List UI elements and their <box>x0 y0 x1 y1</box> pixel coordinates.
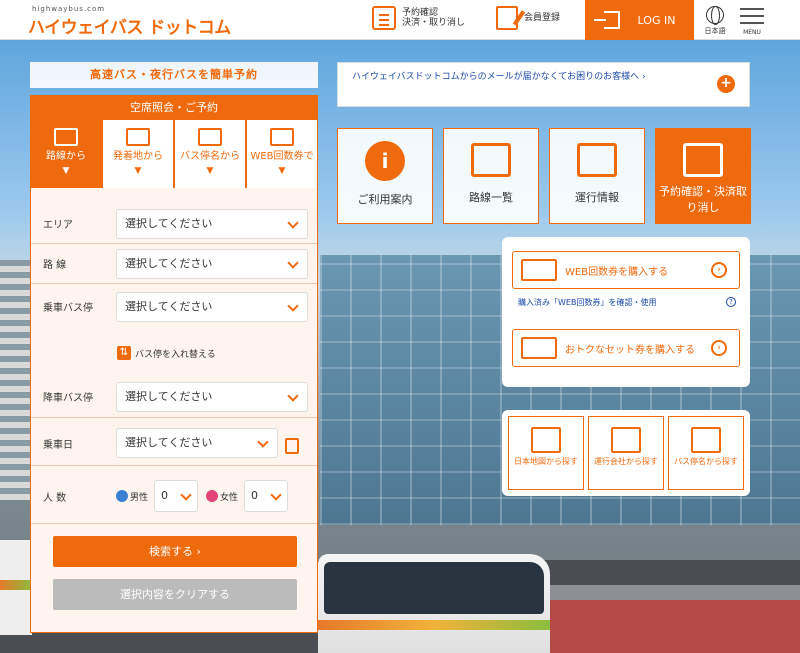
calendar-icon[interactable] <box>285 438 299 454</box>
boarding-stop-select[interactable]: 選択してください <box>116 291 308 322</box>
female-icon <box>206 490 219 502</box>
ticket-icon <box>270 128 294 146</box>
swap-icon: ⇅ <box>117 346 131 360</box>
tab-origin[interactable]: 発着地から ▼ <box>103 120 173 188</box>
bus-image <box>0 540 32 635</box>
find-by-operator-tile[interactable]: 運行会社から探す <box>588 416 664 490</box>
female-count-select[interactable]: 0 <box>244 480 289 512</box>
globe-icon <box>706 6 724 25</box>
board-row: 乗車バス停 選択してください <box>31 284 317 329</box>
search-panel: 空席照会・ご予約 路線から ▼ 発着地から ▼ バス停名から ▼ WEB回数券で ▼ エ… <box>30 95 318 633</box>
web-ticket-box: WEB回数券を購入する › 購入済み「WEB回数券」を確認・使用 ? おトクなセ… <box>502 237 750 387</box>
alight-row: 降車バス停 選択してください <box>31 376 317 418</box>
tab-busstop[interactable]: バス停名から ▼ <box>175 120 245 188</box>
building-icon <box>611 427 641 453</box>
route-row: 路 線 選択してください <box>31 244 317 284</box>
bus-image <box>318 554 550 653</box>
male-count-select[interactable]: 0 <box>154 480 199 512</box>
swap-stops-button[interactable]: ⇅ バス停を入れ替える <box>117 346 216 360</box>
buy-web-ticket-button[interactable]: WEB回数券を購入する › <box>512 251 740 289</box>
tagline: 高速バス・夜行バスを簡単予約 <box>30 62 318 88</box>
buy-set-ticket-button[interactable]: おトクなセット券を購入する › <box>512 329 740 367</box>
header: highwaybus.com ハイウェイバス ドットコム 予約確認 決済・取り消し… <box>0 0 800 40</box>
bus-stop-icon <box>198 128 222 146</box>
reservation-tile[interactable]: 予約確認・決済取り消し <box>655 128 751 224</box>
list-icon <box>683 143 723 177</box>
search-tabs: 路線から ▼ 発着地から ▼ バス停名から ▼ WEB回数券で ▼ <box>31 120 317 188</box>
language-button[interactable]: 日本語 <box>704 6 726 36</box>
tab-web-ticket[interactable]: WEB回数券で ▼ <box>247 120 317 188</box>
area-select[interactable]: 選択してください <box>116 208 308 239</box>
date-select[interactable]: 選択してください <box>116 428 278 458</box>
bus-icon <box>126 128 150 146</box>
plus-icon[interactable]: + <box>717 75 735 93</box>
login-button[interactable]: LOG IN <box>585 0 694 40</box>
member-register-link[interactable]: 会員登録 <box>496 6 560 30</box>
help-icon[interactable]: ? <box>726 297 736 307</box>
area-row: エリア 選択してください <box>31 204 317 244</box>
map-icon <box>471 143 511 177</box>
people-row: 人 数 男性 0 女性 0 <box>31 469 317 524</box>
male-icon <box>116 490 128 502</box>
set-ticket-icon <box>521 337 557 359</box>
pencil-icon <box>496 6 518 30</box>
arrow-right-icon: › <box>711 262 727 278</box>
date-row: 乗車日 選択してください <box>31 421 317 466</box>
clear-button[interactable]: 選択内容をクリアする <box>53 579 297 610</box>
door-icon <box>593 11 620 29</box>
panel-title: 空席照会・ご予約 <box>31 96 317 120</box>
bus-stop-icon <box>691 427 721 453</box>
map-icon <box>54 128 78 146</box>
web-ticket-confirm-link[interactable]: 購入済み「WEB回数券」を確認・使用 <box>518 297 656 308</box>
list-icon <box>372 6 396 30</box>
mail-notice-link[interactable]: ハイウェイバスドットコムからのメールが届かなくてお困りのお客様へ › + <box>337 62 750 107</box>
menu-button[interactable]: MENU <box>740 8 764 36</box>
service-info-tile[interactable]: 運行情報 <box>549 128 645 224</box>
arrow-right-icon: › <box>711 340 727 356</box>
guide-tile[interactable]: i ご利用案内 <box>337 128 433 224</box>
info-icon: i <box>365 141 405 181</box>
reservation-check-link[interactable]: 予約確認 決済・取り消し <box>372 6 465 30</box>
find-by-map-tile[interactable]: 日本地図から探す <box>508 416 584 490</box>
hamburger-icon <box>740 8 764 10</box>
map-icon <box>531 427 561 453</box>
logo-subtitle: highwaybus.com <box>32 5 106 13</box>
alighting-stop-select[interactable]: 選択してください <box>116 381 308 412</box>
find-by-busstop-tile[interactable]: バス停名から探す <box>668 416 744 490</box>
site-logo[interactable]: ハイウェイバス ドットコム <box>28 13 231 38</box>
find-box: 日本地図から探す 運行会社から探す バス停名から探す <box>502 410 750 496</box>
ticket-icon <box>521 259 557 281</box>
search-button[interactable]: 検索する › <box>53 536 297 567</box>
route-select[interactable]: 選択してください <box>116 248 308 279</box>
bus-alert-icon <box>577 143 617 177</box>
route-list-tile[interactable]: 路線一覧 <box>443 128 539 224</box>
tab-route[interactable]: 路線から ▼ <box>31 120 101 188</box>
